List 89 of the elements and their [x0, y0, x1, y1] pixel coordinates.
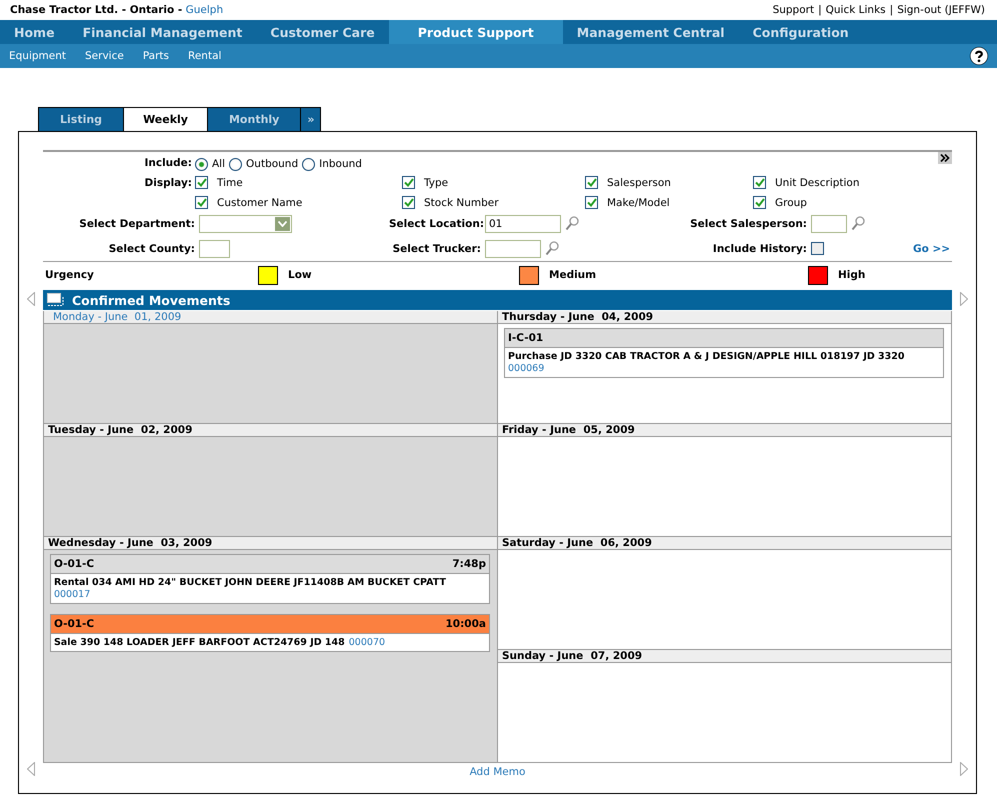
field-label: Include History: — [712, 242, 807, 254]
checkbox[interactable] — [585, 176, 598, 189]
checkbox[interactable] — [753, 176, 766, 189]
county-field[interactable] — [199, 240, 230, 258]
movement-code: O-01-C — [54, 558, 94, 570]
calendar-title: Confirmed Movements — [72, 292, 230, 308]
checkbox-label: Group — [775, 196, 807, 208]
search-icon[interactable] — [545, 241, 559, 256]
movement-card[interactable]: O-01-C 7:48p Rental 034 AMI HD 24" BUCKET JOHN DEERE JF11408B AM BUCKET CPATT 000017 — [50, 554, 490, 604]
subnav-link[interactable]: Service — [85, 50, 124, 62]
search-icon[interactable] — [565, 216, 579, 231]
movement-description: Rental 034 AMI HD 24" BUCKET JOHN DEERE JF11408B AM BUCKET CPATT — [54, 577, 446, 589]
add-memo-link[interactable]: Add Memo — [470, 766, 526, 778]
checkbox-label: Salesperson — [607, 176, 671, 188]
day-heading: Friday - June 05, 2009 — [498, 424, 952, 437]
field-label: Select Salesperson: — [689, 218, 807, 230]
checkbox[interactable] — [811, 242, 824, 255]
subnav-link[interactable]: Rental — [188, 50, 222, 62]
radio-button[interactable] — [195, 158, 208, 170]
urgency-label: Urgency — [44, 269, 95, 281]
radio-label: All — [212, 158, 226, 170]
search-icon[interactable] — [851, 216, 865, 231]
monitor-icon — [46, 293, 64, 307]
radio-label: Inbound — [319, 158, 362, 170]
nav-tab[interactable]: Product Support — [388, 20, 563, 44]
movement-code: O-01-C — [54, 618, 94, 630]
radio-button[interactable] — [302, 158, 316, 170]
stock-number-link[interactable]: 000069 — [508, 363, 544, 375]
include-label: Include: — [144, 157, 192, 169]
urgency-level: Medium — [549, 269, 596, 281]
checkbox[interactable] — [585, 196, 598, 209]
day-heading: Monday - June 01, 2009 — [44, 311, 497, 324]
radio-label: Outbound — [246, 158, 298, 170]
nav-tab[interactable]: Management Central — [562, 20, 739, 44]
movement-description: Purchase JD 3320 CAB TRACTOR A & J DESIGN/APPLE HILL 018197 JD 3320 — [508, 351, 904, 363]
checkbox[interactable] — [402, 196, 415, 209]
trucker-field[interactable] — [485, 240, 541, 258]
checkbox-label: Unit Description — [775, 176, 860, 188]
checkbox[interactable] — [195, 196, 208, 209]
day-heading: Tuesday - June 02, 2009 — [44, 424, 497, 437]
header-link[interactable]: Sign-out (JEFFW) — [897, 4, 985, 16]
checkbox-label: Time — [217, 176, 243, 188]
field-label: Select County: — [108, 242, 195, 254]
day-heading: Thursday - June 04, 2009 — [498, 311, 952, 324]
nav-tab[interactable]: Home — [0, 20, 69, 44]
checkbox[interactable] — [753, 196, 766, 209]
view-tab[interactable]: » — [300, 107, 322, 131]
header-link[interactable]: Support — [772, 4, 814, 16]
subnav-link[interactable]: Parts — [142, 50, 170, 62]
checkbox-label: Stock Number — [424, 196, 499, 208]
view-tab[interactable]: Listing — [38, 107, 124, 131]
field-label: Select Location: — [389, 218, 481, 230]
day-heading: Sunday - June 07, 2009 — [498, 650, 952, 663]
help-icon[interactable] — [970, 47, 988, 65]
day-heading: Saturday - June 06, 2009 — [498, 537, 952, 550]
nav-tab[interactable]: Financial Management — [68, 20, 256, 44]
stock-number-link[interactable]: 000070 — [348, 637, 386, 649]
day-heading: Wednesday - June 03, 2009 — [44, 537, 497, 550]
stock-number-link[interactable]: 000017 — [54, 589, 90, 601]
movement-time: 7:48p — [452, 558, 486, 570]
checkbox[interactable] — [195, 176, 208, 189]
checkbox[interactable] — [402, 176, 415, 189]
go-link[interactable]: Go >> — [913, 242, 954, 254]
salesperson-field[interactable] — [811, 214, 847, 232]
link-separator: | — [890, 4, 894, 16]
movement-description: Sale 390 148 LOADER JEFF BARFOOT ACT24769 JD 148 — [54, 637, 345, 649]
location-field[interactable]: 01 — [485, 214, 561, 232]
company-location: Chase Tractor Ltd. - Ontario - Guelph — [10, 4, 224, 16]
field-label: Select Trucker: — [392, 242, 481, 254]
checkbox-label: Customer Name — [217, 196, 302, 208]
nav-tab[interactable]: Configuration — [738, 20, 863, 44]
urgency-level: Low — [288, 269, 312, 281]
movement-card[interactable]: O-01-C 10:00a Sale 390 148 LOADER JEFF BARFOOT ACT24769 JD 148 000070 — [50, 614, 490, 652]
department-dropdown[interactable] — [199, 214, 292, 232]
expand-button[interactable] — [938, 152, 952, 164]
movement-time: 10:00a — [445, 618, 486, 630]
radio-button[interactable] — [229, 158, 242, 170]
link-separator: | — [818, 4, 822, 16]
urgency-level: High — [838, 269, 866, 281]
subnav-link[interactable]: Equipment — [9, 50, 66, 62]
checkbox-label: Type — [424, 176, 448, 188]
display-label: Display: — [144, 177, 192, 189]
nav-tab[interactable]: Customer Care — [256, 20, 389, 44]
view-tab[interactable]: Monthly — [206, 107, 302, 131]
header-link[interactable]: Quick Links — [826, 4, 886, 16]
movement-card[interactable]: I-C-01 Purchase JD 3320 CAB TRACTOR A & J DESIGN/APPLE HILL 018197 JD 3320 000069 — [504, 328, 944, 378]
checkbox-label: Make/Model — [607, 196, 670, 208]
field-label: Select Department: — [78, 218, 195, 230]
movement-code: I-C-01 — [508, 332, 544, 344]
